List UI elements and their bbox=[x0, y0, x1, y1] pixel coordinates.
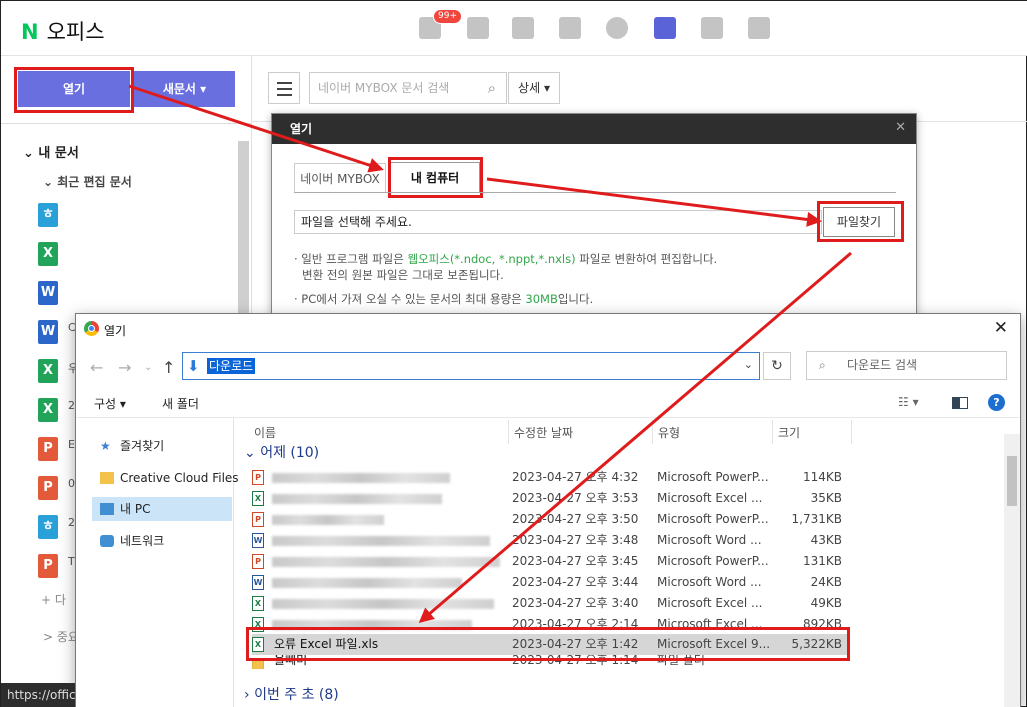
arrow-open-to-tab bbox=[128, 84, 384, 173]
annotation-arrows bbox=[128, 84, 852, 623]
arrow-find-to-file bbox=[418, 251, 852, 623]
arrow-tab-to-find bbox=[486, 177, 822, 227]
